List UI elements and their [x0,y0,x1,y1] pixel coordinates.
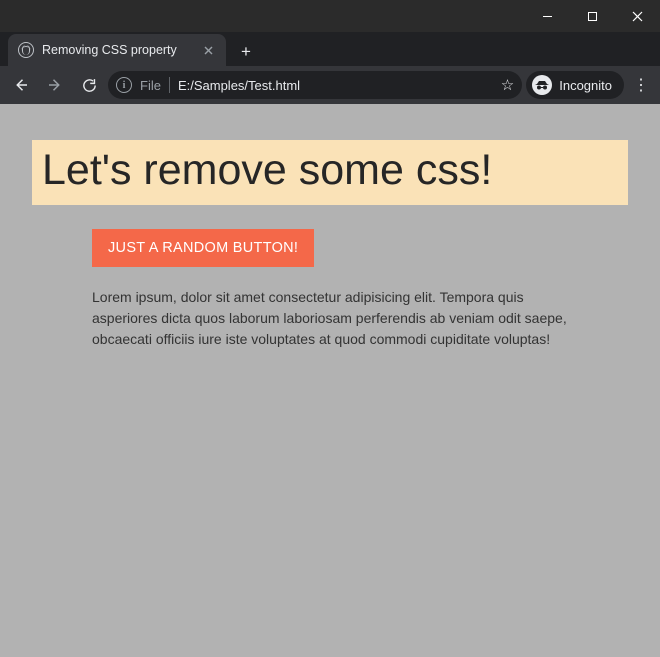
tab-close-button[interactable] [200,42,216,58]
incognito-indicator[interactable]: Incognito [526,71,624,99]
address-bar[interactable]: i File E:/Samples/Test.html ☆ [108,71,522,99]
page-viewport: Let's remove some css! JUST A RANDOM BUT… [0,104,660,657]
site-info-icon[interactable]: i [116,77,132,93]
url-path: E:/Samples/Test.html [178,78,300,93]
window-maximize-button[interactable] [570,0,615,32]
bookmark-star-icon[interactable]: ☆ [501,76,514,94]
url-scheme-label: File [140,78,161,93]
browser-tab-active[interactable]: Removing CSS property [8,34,226,66]
reload-button[interactable] [74,70,104,100]
new-tab-button[interactable]: + [232,38,260,66]
page-content: JUST A RANDOM BUTTON! Lorem ipsum, dolor… [92,229,580,350]
incognito-label: Incognito [559,78,612,93]
forward-button[interactable] [40,70,70,100]
browser-menu-button[interactable]: ⋮ [628,75,654,95]
window-minimize-button[interactable] [525,0,570,32]
back-button[interactable] [6,70,36,100]
browser-tabstrip: Removing CSS property + [0,32,660,66]
body-paragraph: Lorem ipsum, dolor sit amet consectetur … [92,287,580,350]
page-heading: Let's remove some css! [32,140,628,205]
random-button[interactable]: JUST A RANDOM BUTTON! [92,229,314,267]
url-separator [169,77,170,93]
browser-toolbar: i File E:/Samples/Test.html ☆ Incognito … [0,66,660,104]
window-close-button[interactable] [615,0,660,32]
window-titlebar [0,0,660,32]
incognito-icon [532,75,552,95]
tab-title: Removing CSS property [42,43,177,57]
globe-icon [18,42,34,58]
